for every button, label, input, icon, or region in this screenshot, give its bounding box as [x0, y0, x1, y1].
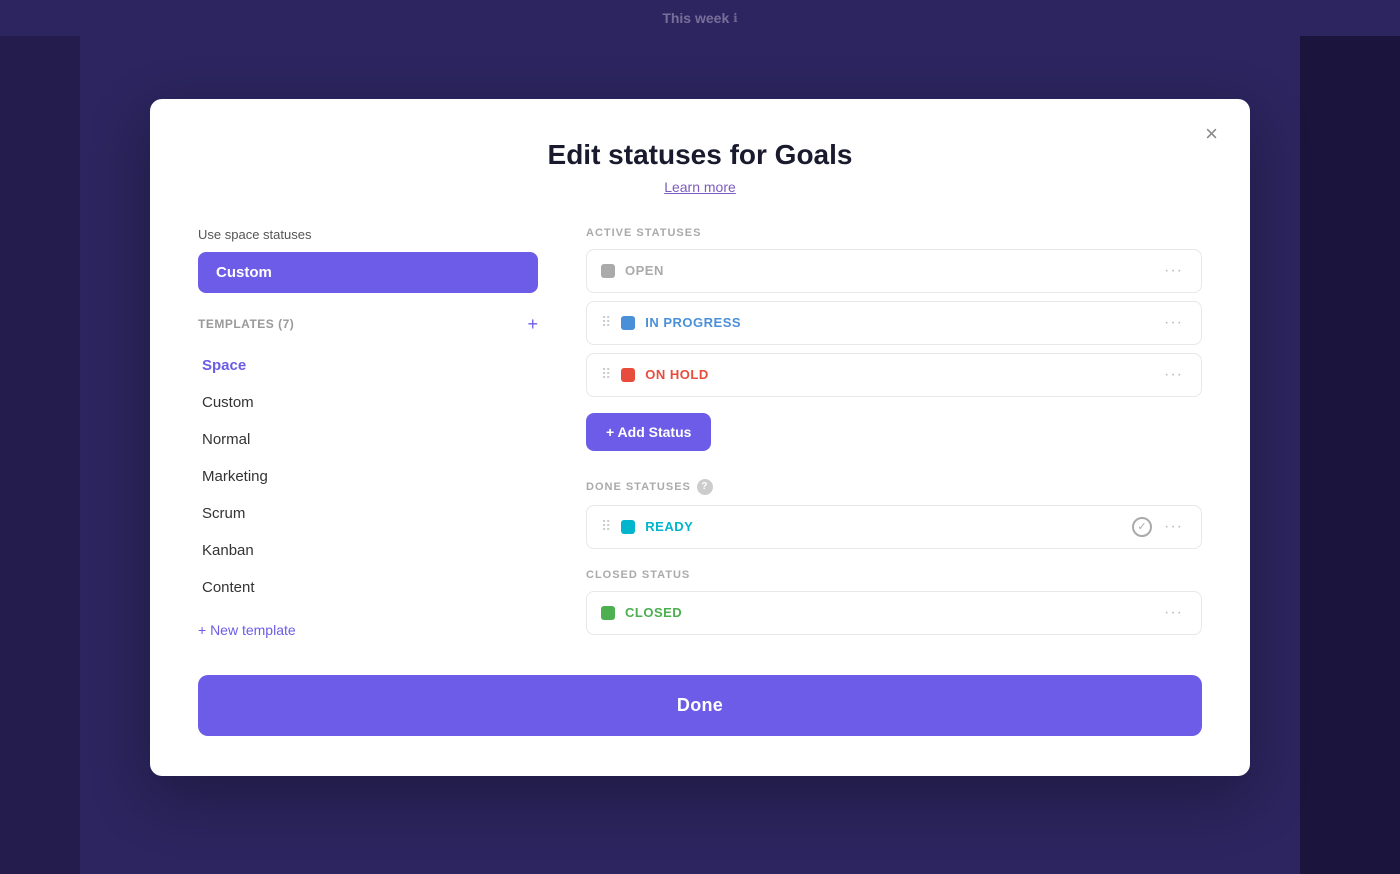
status-row-in-progress: ⠿ IN PROGRESS ···: [586, 301, 1202, 345]
add-status-button[interactable]: + Add Status: [586, 413, 711, 451]
template-list: Space Custom Normal Marketing Scrum Kanb…: [198, 347, 538, 606]
on-hold-color-dot: [621, 368, 635, 382]
modal-title: Edit statuses for Goals: [198, 139, 1202, 171]
open-status-name: OPEN: [625, 263, 1160, 278]
status-row-ready: ⠿ READY ✓ ···: [586, 505, 1202, 549]
templates-label: TEMPLATES (7): [198, 317, 294, 331]
modal-header: Edit statuses for Goals Learn more: [198, 139, 1202, 195]
template-item-content[interactable]: Content: [198, 569, 538, 606]
done-section: DONE STATUSES ? ⠿ READY ✓ ···: [586, 479, 1202, 549]
modal-overlay: × Edit statuses for Goals Learn more Use…: [0, 0, 1400, 874]
template-item-custom[interactable]: Custom: [198, 384, 538, 421]
active-statuses-label: ACTIVE STATUSES: [586, 227, 1202, 239]
modal-body: Use space statuses Custom TEMPLATES (7) …: [198, 227, 1202, 643]
closed-status-actions: ···: [1160, 602, 1187, 624]
right-panel: ACTIVE STATUSES OPEN ··· ⠿ IN PROGRESS: [586, 227, 1202, 643]
on-hold-status-name: ON HOLD: [645, 367, 1160, 382]
learn-more-link[interactable]: Learn more: [198, 179, 1202, 195]
templates-header: TEMPLATES (7) +: [198, 309, 538, 339]
close-button[interactable]: ×: [1197, 119, 1226, 149]
template-item-marketing[interactable]: Marketing: [198, 458, 538, 495]
done-button[interactable]: Done: [198, 675, 1202, 736]
closed-color-dot: [601, 606, 615, 620]
template-item-space[interactable]: Space: [198, 347, 538, 384]
modal-footer: Done: [198, 675, 1202, 736]
closed-status-label: CLOSED STATUS: [586, 569, 1202, 581]
in-progress-status-actions: ···: [1160, 312, 1187, 334]
templates-add-button[interactable]: +: [527, 315, 538, 333]
ready-check-icon: ✓: [1132, 517, 1152, 537]
ready-dots-button[interactable]: ···: [1160, 516, 1187, 538]
status-row-on-hold: ⠿ ON HOLD ···: [586, 353, 1202, 397]
on-hold-dots-button[interactable]: ···: [1160, 364, 1187, 386]
template-item-normal[interactable]: Normal: [198, 421, 538, 458]
in-progress-status-name: IN PROGRESS: [645, 315, 1160, 330]
template-item-scrum[interactable]: Scrum: [198, 495, 538, 532]
done-statuses-label: DONE STATUSES ?: [586, 479, 1202, 495]
done-help-icon: ?: [697, 479, 713, 495]
in-progress-drag-handle[interactable]: ⠿: [601, 314, 611, 331]
status-row-open: OPEN ···: [586, 249, 1202, 293]
status-row-closed: CLOSED ···: [586, 591, 1202, 635]
closed-status-name: CLOSED: [625, 605, 1160, 620]
closed-dots-button[interactable]: ···: [1160, 602, 1187, 624]
in-progress-color-dot: [621, 316, 635, 330]
closed-section: CLOSED STATUS CLOSED ···: [586, 569, 1202, 635]
modal-dialog: × Edit statuses for Goals Learn more Use…: [150, 99, 1250, 776]
ready-status-name: READY: [645, 519, 1132, 534]
new-template-link[interactable]: + New template: [198, 622, 538, 638]
ready-drag-handle[interactable]: ⠿: [601, 518, 611, 535]
in-progress-dots-button[interactable]: ···: [1160, 312, 1187, 334]
open-color-dot: [601, 264, 615, 278]
open-status-actions: ···: [1160, 260, 1187, 282]
ready-status-actions: ✓ ···: [1132, 516, 1187, 538]
custom-selected-option[interactable]: Custom: [198, 252, 538, 293]
template-item-kanban[interactable]: Kanban: [198, 532, 538, 569]
left-panel: Use space statuses Custom TEMPLATES (7) …: [198, 227, 538, 643]
on-hold-drag-handle[interactable]: ⠿: [601, 366, 611, 383]
use-space-label: Use space statuses: [198, 227, 538, 242]
open-dots-button[interactable]: ···: [1160, 260, 1187, 282]
on-hold-status-actions: ···: [1160, 364, 1187, 386]
ready-color-dot: [621, 520, 635, 534]
